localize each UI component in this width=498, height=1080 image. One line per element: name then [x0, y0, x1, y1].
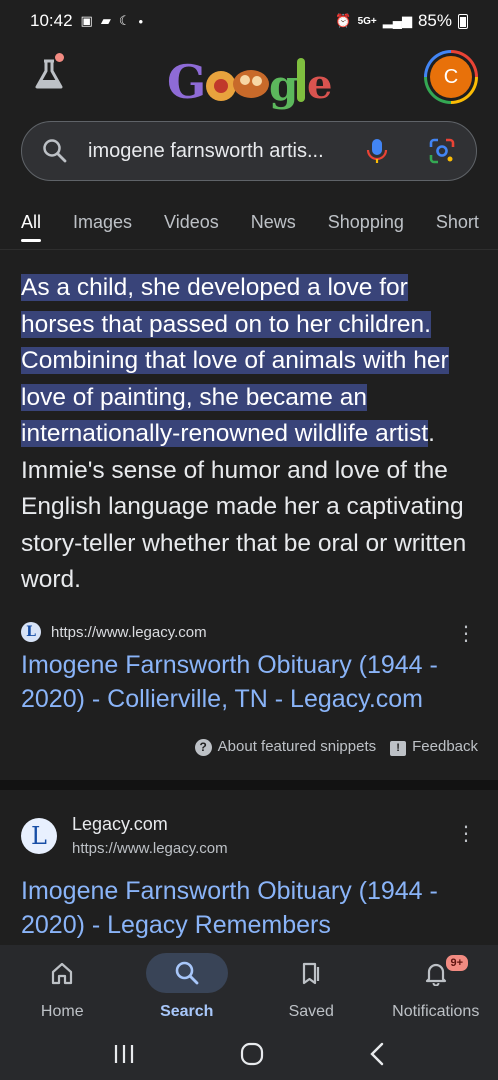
battery-percent: 85% [417, 11, 452, 30]
battery-icon [458, 13, 468, 29]
snippet-result-title[interactable]: Imogene Farnsworth Obituary (1944 - 2020… [21, 648, 481, 716]
svg-text:g: g [269, 61, 298, 110]
more-options-icon[interactable]: ⋮ [456, 824, 476, 844]
feedback-link[interactable]: ! Feedback [390, 738, 478, 756]
snippet-highlight: As a child, she developed a love for hor… [21, 274, 449, 447]
about-snippets-link[interactable]: ? About featured snippets [194, 738, 377, 756]
tab-images[interactable]: Images [73, 200, 132, 242]
search-input[interactable]: imogene farnsworth artis... [88, 140, 366, 163]
google-doodle[interactable]: G g e [163, 48, 335, 112]
moon-icon: ☾ [118, 13, 131, 28]
gallery-icon: ▣ [80, 13, 93, 28]
search-result: L Legacy.com https://www.legacy.com ⋮ Im… [0, 790, 498, 950]
nav-search[interactable]: Search [125, 945, 250, 1027]
labs-notification-dot [55, 53, 64, 62]
legacy-favicon: L [21, 622, 41, 642]
recent-apps-icon[interactable] [112, 1043, 136, 1065]
svg-text:e: e [307, 61, 332, 108]
tab-videos[interactable]: Videos [164, 200, 219, 242]
snippet-footer: ? About featured snippets ! Feedback [194, 738, 478, 756]
bookmarks-icon [303, 962, 320, 985]
feedback-label: Feedback [412, 738, 478, 755]
snippet-source[interactable]: L https://www.legacy.com [21, 622, 207, 642]
feedback-icon: ! [390, 740, 407, 756]
legacy-favicon: L [21, 818, 57, 854]
dot-icon: • [138, 13, 144, 29]
about-snippets-label: About featured snippets [217, 738, 377, 755]
avatar[interactable]: C [430, 56, 472, 98]
nav-notifications[interactable]: 9+ Notifications [374, 945, 498, 1027]
home-icon [52, 962, 73, 985]
alarm-icon: ⏰ [335, 13, 352, 28]
app-header: G g e C [0, 42, 498, 114]
divider [0, 780, 498, 790]
featured-snippet: As a child, she developed a love for hor… [0, 250, 498, 778]
notification-icon: ▰ [100, 13, 111, 28]
nav-search-label: Search [160, 1003, 214, 1020]
nav-saved-label: Saved [288, 1003, 334, 1020]
status-bar: 10:42 ▣ ▰ ☾ • ⏰ 5G+ ▂▄▆ 85% [0, 0, 498, 42]
search-bar[interactable]: imogene farnsworth artis... [21, 121, 477, 181]
account-avatar-ring[interactable]: C [424, 50, 478, 104]
network-label: 5G+ [357, 15, 377, 27]
back-icon[interactable] [368, 1042, 386, 1066]
help-icon: ? [194, 738, 212, 756]
tab-news[interactable]: News [251, 200, 296, 242]
more-options-icon[interactable]: ⋮ [456, 624, 476, 644]
signal-icon: ▂▄▆ [382, 13, 412, 28]
result-site-url[interactable]: https://www.legacy.com [72, 840, 228, 857]
snippet-text: As a child, she developed a love for hor… [21, 270, 481, 599]
nav-saved[interactable]: Saved [249, 945, 374, 1027]
result-title[interactable]: Imogene Farnsworth Obituary (1944 - 2020… [21, 874, 481, 942]
nav-home[interactable]: Home [0, 945, 125, 1027]
tab-all[interactable]: All [21, 200, 42, 242]
search-icon [175, 961, 199, 985]
notification-badge: 9+ [443, 953, 471, 973]
mic-icon[interactable] [366, 138, 388, 164]
nav-home-label: Home [40, 1003, 84, 1020]
nav-notifications-label: Notifications [392, 1003, 480, 1020]
lens-camera-icon[interactable] [428, 137, 456, 165]
tab-shopping[interactable]: Shopping [328, 200, 404, 242]
result-site-name[interactable]: Legacy.com [72, 814, 168, 835]
bottom-navigation: Home Search Saved 9+ Notifications [0, 945, 498, 1027]
search-tabs: All Images Videos News Shopping Short [0, 200, 498, 250]
svg-text:G: G [167, 55, 206, 109]
search-icon [43, 139, 67, 163]
status-time: 10:42 [30, 11, 73, 30]
tab-short-videos[interactable]: Short [436, 200, 479, 242]
snippet-source-url[interactable]: https://www.legacy.com [51, 624, 207, 641]
system-navigation [0, 1027, 498, 1080]
home-button-icon[interactable] [240, 1042, 264, 1066]
